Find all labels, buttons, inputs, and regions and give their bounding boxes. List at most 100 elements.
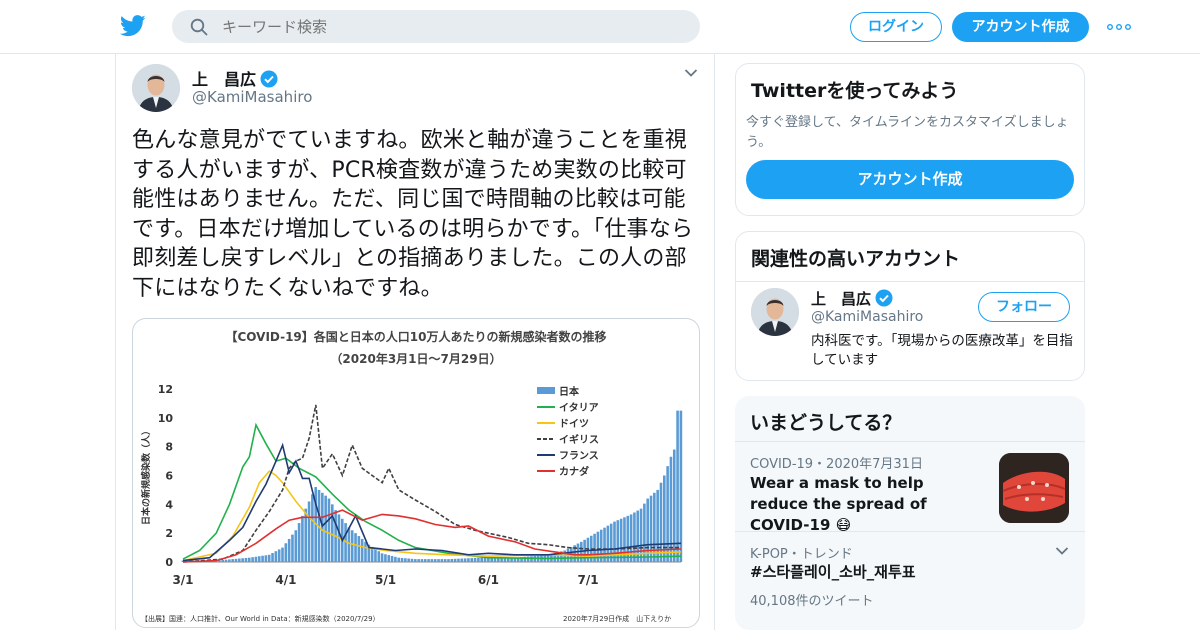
bar-japan [679, 410, 683, 562]
bar-japan [447, 559, 450, 562]
bar-japan [437, 559, 440, 562]
bar-japan [231, 559, 234, 562]
trends-card: いまどうしてる？ COVID-19・2020年7月31日 Wear a mask… [735, 396, 1085, 630]
related-accounts-card: 関連性の高いアカウント 上 昌広 @KamiMasahiro フォロー 内科医で… [735, 231, 1085, 381]
bar-japan [311, 494, 314, 562]
chart-credit-note: 2020年7月29日作成 山下えりか [563, 615, 672, 623]
y-tick-label: 4 [165, 498, 173, 511]
verified-badge-icon [875, 289, 893, 307]
y-tick-label: 10 [158, 412, 174, 425]
bar-japan [384, 554, 387, 562]
follow-button[interactable]: フォロー [978, 292, 1070, 322]
legend-label: イタリア [559, 402, 599, 414]
tweet-media-chart[interactable]: 【COVID-19】各国と日本の人口10万人あたりの新規感染者数の推移 （202… [132, 318, 700, 628]
bar-japan [257, 556, 261, 562]
bar-japan [530, 556, 533, 562]
avatar[interactable] [132, 64, 180, 112]
bar-japan [294, 530, 298, 562]
signup-button[interactable]: アカウント作成 [952, 12, 1089, 42]
x-tick-label: 7/1 [577, 573, 598, 587]
bar-japan [473, 557, 477, 562]
author-handle[interactable]: @KamiMasahiro [192, 88, 312, 106]
bar-japan [672, 449, 676, 562]
trend-tweet-count: 40,108件のツイート [750, 594, 874, 609]
bar-japan [221, 559, 225, 562]
bar-japan [623, 517, 626, 562]
bar-japan [228, 559, 231, 562]
related-account-handle[interactable]: @KamiMasahiro [811, 309, 923, 325]
related-account-name-text[interactable]: 上 昌広 [811, 290, 871, 308]
bar-japan [440, 559, 444, 562]
author-name[interactable]: 上 昌広 [192, 66, 278, 90]
bar-japan [347, 527, 351, 562]
related-account-name[interactable]: 上 昌広 [811, 288, 893, 309]
search-input[interactable] [222, 10, 682, 43]
bar-japan [397, 557, 400, 562]
trend-item[interactable]: COVID-19・2020年7月31日 Wear a mask to help … [735, 441, 1085, 534]
x-tick-label: 6/1 [478, 573, 499, 587]
chevron-down-icon[interactable] [684, 68, 698, 78]
bar-japan [327, 498, 331, 562]
bar-japan [414, 559, 417, 562]
bar-japan [460, 558, 464, 562]
bar-japan [387, 555, 391, 562]
bar-japan [470, 558, 474, 562]
bar-japan [616, 520, 620, 562]
bar-japan [234, 558, 238, 562]
bar-japan [656, 489, 659, 562]
bar-japan [321, 492, 324, 562]
legend-label: フランス [559, 450, 599, 462]
related-avatar[interactable] [751, 288, 799, 336]
bar-japan [238, 558, 241, 562]
trend-item[interactable]: K-POP・トレンド #스타플레이_소바_재투표 40,108件のツイート [735, 531, 1085, 621]
bar-japan [649, 495, 653, 562]
twitter-bird-icon[interactable] [120, 14, 146, 38]
bar-japan [271, 552, 274, 562]
bar-japan [274, 551, 278, 562]
related-account-bio: 内科医です。「現場からの医療改革」を目指しています [811, 333, 1073, 368]
chevron-down-icon[interactable] [1055, 546, 1069, 556]
bar-japan [241, 558, 244, 562]
series-line [182, 442, 682, 562]
bar-japan [453, 558, 457, 562]
bar-japan [248, 557, 251, 562]
bar-japan [477, 557, 480, 562]
bar-japan [324, 495, 327, 562]
author-name-text[interactable]: 上 昌広 [192, 70, 256, 89]
bar-japan [423, 559, 427, 562]
bar-japan [224, 559, 228, 562]
bar-japan [606, 525, 610, 562]
bar-japan [350, 530, 354, 562]
trends-card-title: いまどうしてる？ [750, 412, 902, 434]
y-axis-label: 日本の新規感染数（人） [140, 426, 152, 525]
x-tick-label: 3/1 [172, 573, 193, 587]
more-options-icon[interactable] [1107, 24, 1131, 30]
tweet-panel: 上 昌広 @KamiMasahiro 色んな意見がでていますね。欧米と軸が違うこ… [115, 54, 715, 630]
bar-japan [284, 543, 288, 562]
bar-japan [277, 549, 281, 562]
login-button[interactable]: ログイン [850, 12, 942, 42]
bar-japan [483, 557, 487, 562]
y-tick-label: 6 [165, 470, 173, 483]
legend-label: 日本 [559, 385, 580, 398]
verified-badge-icon [260, 70, 278, 88]
related-card-title: 関連性の高いアカウント [751, 248, 961, 270]
legend-swatch [537, 387, 555, 394]
bar-japan [374, 549, 377, 562]
bar-japan [390, 555, 394, 562]
series-line [182, 422, 682, 560]
legend-label: カナダ [559, 465, 589, 478]
create-account-button[interactable]: アカウント作成 [746, 160, 1074, 199]
bar-japan [297, 523, 301, 562]
bar-japan [669, 456, 673, 562]
legend-label: イギリス [559, 433, 599, 446]
bar-japan [467, 558, 470, 562]
bar-japan [400, 557, 404, 562]
signup-card-title: Twitterを使ってみよう [751, 80, 959, 102]
bar-japan [443, 559, 447, 562]
legend-label: ドイツ [559, 418, 589, 430]
search-icon [190, 18, 208, 36]
trend-thumbnail [999, 453, 1069, 523]
search-box[interactable] [172, 10, 700, 43]
trend-name: #스타플레이_소바_재투표 [750, 563, 916, 581]
